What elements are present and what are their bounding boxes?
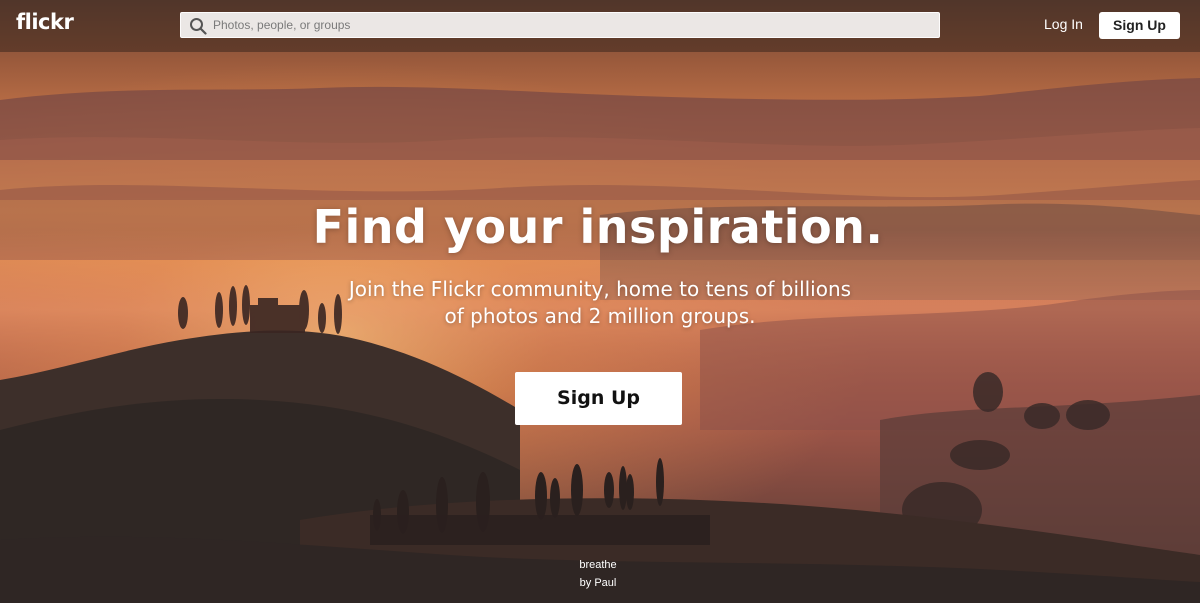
search-box[interactable] [180, 12, 940, 38]
header-sign-up-button[interactable]: Sign Up [1099, 12, 1180, 39]
log-in-link[interactable]: Log In [1044, 16, 1083, 32]
hero-sign-up-button[interactable]: Sign Up [515, 372, 682, 425]
photo-author-link[interactable]: by Paul [0, 574, 1196, 592]
hero-title: Find your inspiration. [312, 200, 884, 254]
photo-title-link[interactable]: breathe [0, 556, 1196, 574]
search-input[interactable] [213, 13, 913, 37]
top-navigation-bar: flickr Log In Sign Up [0, 0, 1200, 52]
photo-credit: breathe by Paul [0, 556, 1196, 592]
flickr-logo[interactable]: flickr [16, 10, 74, 34]
hero-subtitle: Join the Flickr community, home to tens … [348, 277, 852, 328]
search-icon [190, 18, 207, 35]
page: flickr Log In Sign Up Find your inspirat… [0, 0, 1200, 603]
